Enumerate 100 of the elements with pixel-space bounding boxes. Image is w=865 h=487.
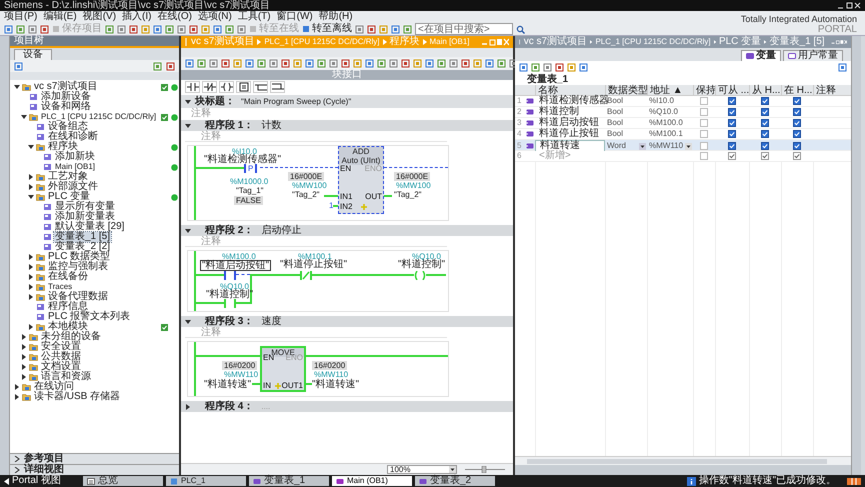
checkbox[interactable] bbox=[761, 108, 769, 116]
tree-item[interactable]: PLC 变量 bbox=[47, 192, 92, 202]
tree-item[interactable]: 设备和网络 bbox=[40, 102, 92, 112]
caret-icon[interactable] bbox=[28, 144, 34, 150]
taskbar-tab[interactable]: 变量表_2 bbox=[415, 476, 495, 486]
tree-item[interactable]: Traces bbox=[47, 282, 74, 292]
caret-icon[interactable] bbox=[185, 122, 191, 128]
zoom-dropdown[interactable]: 100% bbox=[387, 465, 457, 474]
instruction-box[interactable]: ADD Auto (UInt) EN ENO IN1 IN2 OUT bbox=[338, 146, 384, 214]
tree-item[interactable]: 读卡器/USB 存储器 bbox=[33, 392, 122, 402]
table-row[interactable]: 1 料道检测传感器Bool %I10.0 bbox=[515, 96, 851, 107]
checkbox[interactable] bbox=[761, 152, 769, 160]
zoom-slider-icon[interactable] bbox=[465, 466, 505, 473]
checkbox[interactable] bbox=[700, 119, 708, 127]
no-contact-icon[interactable] bbox=[186, 82, 198, 92]
nc-contact-icon[interactable] bbox=[204, 82, 216, 92]
taskbar-tab[interactable]: 变量表_1 bbox=[249, 476, 329, 486]
section-bar[interactable]: 详细视图 bbox=[10, 464, 179, 475]
checkbox[interactable] bbox=[728, 119, 736, 127]
caret-icon[interactable] bbox=[21, 354, 27, 360]
menu-item[interactable]: 窗口(W) bbox=[276, 11, 313, 23]
checkbox[interactable] bbox=[793, 130, 801, 138]
menu-item[interactable]: 插入(I) bbox=[122, 11, 152, 23]
portal-view-button[interactable]: Portal 视图 bbox=[4, 476, 80, 486]
caret-icon[interactable] bbox=[28, 184, 34, 190]
tree-item[interactable]: 在线和诊断 bbox=[47, 132, 99, 142]
tree-item[interactable]: 显示所有变量 bbox=[54, 202, 116, 212]
tree-item[interactable]: PLC_1 [CPU 1215C DC/DC/Rly] bbox=[40, 112, 158, 122]
checkbox[interactable] bbox=[793, 142, 801, 150]
menu-item[interactable]: 在线(O) bbox=[157, 11, 192, 23]
taskbar-tab[interactable]: 总览 bbox=[83, 476, 163, 486]
tree-item[interactable]: 添加新块 bbox=[54, 152, 96, 162]
tree-item[interactable]: vc s7测试项目 bbox=[33, 82, 98, 92]
tree-item[interactable]: 在线备份 bbox=[47, 272, 89, 282]
section-bar[interactable]: 参考项目 bbox=[10, 453, 179, 464]
tree-item[interactable]: 工艺对象 bbox=[47, 172, 89, 182]
checkbox[interactable] bbox=[700, 142, 708, 150]
branch-open-icon[interactable] bbox=[254, 82, 266, 92]
panel-tab[interactable]: 设备 bbox=[14, 49, 52, 60]
caret-icon[interactable] bbox=[14, 84, 20, 90]
checkbox[interactable] bbox=[793, 152, 801, 160]
checkbox[interactable] bbox=[728, 108, 736, 116]
checkbox[interactable] bbox=[728, 142, 736, 150]
caret-icon[interactable] bbox=[185, 228, 191, 234]
tree-item[interactable]: Main [OB1] bbox=[54, 162, 96, 172]
caret-icon[interactable] bbox=[21, 344, 27, 350]
checkbox[interactable] bbox=[728, 97, 736, 105]
taskbar-tab[interactable]: Main (OB1) bbox=[332, 476, 412, 486]
tree-item[interactable]: 程序块 bbox=[47, 142, 79, 152]
checkbox[interactable] bbox=[700, 152, 708, 160]
caret-icon[interactable] bbox=[21, 364, 27, 370]
tree-item[interactable]: 文档设置 bbox=[40, 362, 82, 372]
checkbox[interactable] bbox=[793, 119, 801, 127]
table-row[interactable]: 2 料道控制 Bool %Q10.0 bbox=[515, 107, 851, 118]
caret-icon[interactable] bbox=[28, 284, 34, 290]
tree-item[interactable]: 程序信息 bbox=[47, 302, 89, 312]
caret-icon[interactable] bbox=[185, 404, 191, 410]
caret-icon[interactable] bbox=[28, 194, 34, 200]
branch-close-icon[interactable] bbox=[272, 82, 284, 92]
tree-item[interactable]: 添加新设备 bbox=[40, 92, 92, 102]
contact-symbol[interactable] bbox=[224, 271, 236, 280]
taskbar-tab[interactable]: PLC_1 bbox=[166, 476, 246, 486]
window-tab[interactable]: 变量 bbox=[741, 50, 781, 61]
checkbox[interactable] bbox=[728, 130, 736, 138]
caret-icon[interactable] bbox=[28, 264, 34, 270]
tree-item[interactable]: 本地模块 bbox=[47, 322, 89, 332]
tree-item[interactable]: 添加新变量表 bbox=[54, 212, 116, 222]
menu-item[interactable]: 选项(N) bbox=[198, 11, 232, 23]
tree-item[interactable]: PLC 报警文本列表 bbox=[47, 312, 132, 322]
tree-item[interactable]: 外部源文件 bbox=[47, 182, 99, 192]
search-icon[interactable] bbox=[516, 24, 525, 34]
caret-icon[interactable] bbox=[28, 324, 34, 330]
caret-icon[interactable] bbox=[28, 294, 34, 300]
checkbox[interactable] bbox=[793, 108, 801, 116]
checkbox[interactable] bbox=[761, 119, 769, 127]
window-controls-icon[interactable] bbox=[837, 2, 861, 10]
instruction-box[interactable]: MOVE EN ENO IN OUT1 bbox=[260, 346, 306, 392]
caret-icon[interactable] bbox=[14, 384, 20, 390]
table-row[interactable]: 3 料道启动按钮 Bool %M100.0 bbox=[515, 118, 851, 129]
caret-icon[interactable] bbox=[21, 334, 27, 340]
caret-icon[interactable] bbox=[185, 98, 191, 104]
table-row[interactable]: 4 料道停止按钮 Bool %M100.1 bbox=[515, 129, 851, 140]
tree-item[interactable]: 未分组的设备 bbox=[40, 332, 102, 342]
checkbox[interactable] bbox=[728, 152, 736, 160]
caret-icon[interactable] bbox=[14, 394, 20, 400]
search-field[interactable]: <在项目中搜索> bbox=[415, 23, 513, 35]
checkbox[interactable] bbox=[761, 130, 769, 138]
checkbox[interactable] bbox=[793, 97, 801, 105]
checkbox[interactable] bbox=[700, 108, 708, 116]
caret-icon[interactable] bbox=[185, 318, 191, 324]
menu-item[interactable]: 编辑(E) bbox=[43, 11, 77, 23]
tree-item[interactable]: PLC 数据类型 bbox=[47, 252, 112, 262]
checkbox[interactable] bbox=[761, 142, 769, 150]
tree-item[interactable]: 在线访问 bbox=[33, 382, 75, 392]
tree-item[interactable]: 默认变量表 [29] bbox=[54, 222, 126, 232]
tree-item[interactable]: 设备代理数据 bbox=[47, 292, 109, 302]
checkbox[interactable] bbox=[700, 130, 708, 138]
tree-item[interactable]: 安全设置 bbox=[40, 342, 82, 352]
caret-icon[interactable] bbox=[28, 254, 34, 260]
caret-icon[interactable] bbox=[28, 274, 34, 280]
